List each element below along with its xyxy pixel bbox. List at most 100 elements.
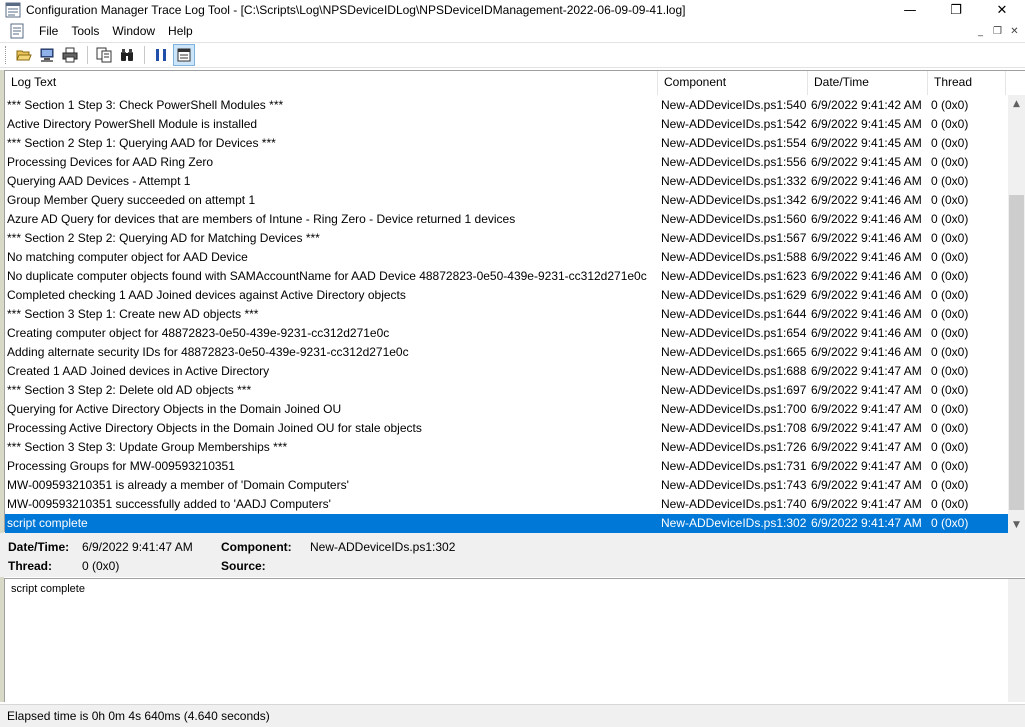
grid-header: Log Text Component Date/Time Thread — [5, 71, 1025, 95]
log-text-cell: MW-009593210351 successfully added to 'A… — [7, 497, 331, 511]
thread-cell: 0 (0x0) — [931, 478, 969, 492]
table-row[interactable]: *** Section 2 Step 1: Querying AAD for D… — [5, 134, 1009, 153]
menu-tools[interactable]: Tools — [65, 24, 106, 38]
thread-cell: 0 (0x0) — [931, 231, 969, 245]
table-row[interactable]: No duplicate computer objects found with… — [5, 267, 1009, 286]
log-text-cell: No duplicate computer objects found with… — [7, 269, 647, 283]
log-text-cell: *** Section 3 Step 2: Delete old AD obje… — [7, 383, 252, 397]
datetime-cell: 6/9/2022 9:41:47 AM — [811, 459, 922, 473]
datetime-cell: 6/9/2022 9:41:47 AM — [811, 402, 922, 416]
table-row[interactable]: *** Section 3 Step 1: Create new AD obje… — [5, 305, 1009, 324]
table-row[interactable]: *** Section 1 Step 3: Check PowerShell M… — [5, 96, 1009, 115]
source-label: Source: — [221, 559, 266, 573]
column-header-datetime[interactable]: Date/Time — [808, 71, 928, 95]
log-text-cell: Group Member Query succeeded on attempt … — [7, 193, 256, 207]
table-row[interactable]: Active Directory PowerShell Module is in… — [5, 115, 1009, 134]
thread-cell: 0 (0x0) — [931, 307, 969, 321]
copy-icon[interactable] — [93, 44, 115, 66]
table-row[interactable]: Azure AD Query for devices that are memb… — [5, 210, 1009, 229]
table-row[interactable]: MW-009593210351 is already a member of '… — [5, 476, 1009, 495]
table-row[interactable]: *** Section 2 Step 2: Querying AD for Ma… — [5, 229, 1009, 248]
component-cell: New-ADDeviceIDs.ps1:697 — [661, 383, 807, 397]
table-row[interactable]: Completed checking 1 AAD Joined devices … — [5, 286, 1009, 305]
minimize-button[interactable]: — — [887, 0, 933, 20]
component-cell: New-ADDeviceIDs.ps1:644 — [661, 307, 807, 321]
component-cell: New-ADDeviceIDs.ps1:554 — [661, 136, 807, 150]
thread-cell: 0 (0x0) — [931, 459, 969, 473]
mdi-restore-button[interactable]: ❐ — [989, 24, 1006, 39]
open-remote-icon[interactable] — [36, 44, 58, 66]
log-text-cell: Querying AAD Devices - Attempt 1 — [7, 174, 191, 188]
thread-cell: 0 (0x0) — [931, 421, 969, 435]
table-row[interactable]: Creating computer object for 48872823-0e… — [5, 324, 1009, 343]
message-textbox[interactable]: script complete — [4, 578, 1025, 702]
table-row[interactable]: *** Section 3 Step 3: Update Group Membe… — [5, 438, 1009, 457]
table-row[interactable]: Processing Groups for MW-009593210351 New… — [5, 457, 1009, 476]
toolbar-grip[interactable] — [5, 46, 9, 64]
find-icon[interactable] — [116, 44, 138, 66]
component-cell: New-ADDeviceIDs.ps1:708 — [661, 421, 807, 435]
column-header-component[interactable]: Component — [658, 71, 808, 95]
print-icon[interactable] — [59, 44, 81, 66]
table-row[interactable]: script complete New-ADDeviceIDs.ps1:302 6/… — [5, 514, 1009, 533]
table-row[interactable]: MW-009593210351 successfully added to 'A… — [5, 495, 1009, 514]
component-cell: New-ADDeviceIDs.ps1:302 — [661, 516, 807, 530]
table-row[interactable]: Created 1 AAD Joined devices in Active D… — [5, 362, 1009, 381]
thread-cell: 0 (0x0) — [931, 497, 969, 511]
menu-file[interactable]: File — [33, 24, 65, 38]
log-grid[interactable]: Log Text Component Date/Time Thread *** … — [4, 70, 1025, 533]
log-text-cell: Processing Devices for AAD Ring Zero — [7, 155, 214, 169]
table-row[interactable]: Processing Devices for AAD Ring Zero New-… — [5, 153, 1009, 172]
scroll-down-icon[interactable]: ▼ — [1008, 516, 1025, 533]
table-row[interactable]: Adding alternate security IDs for 488728… — [5, 343, 1009, 362]
component-cell: New-ADDeviceIDs.ps1:654 — [661, 326, 807, 340]
mdi-minimize-button[interactable]: _ — [972, 24, 989, 39]
log-text-cell: Active Directory PowerShell Module is in… — [7, 117, 258, 131]
toolbar — [0, 42, 1025, 68]
log-text-cell: *** Section 1 Step 3: Check PowerShell M… — [7, 98, 284, 112]
table-row[interactable]: No matching computer object for AAD Devi… — [5, 248, 1009, 267]
toolbar-separator — [144, 46, 145, 64]
component-cell: New-ADDeviceIDs.ps1:588 — [661, 250, 807, 264]
component-label: Component: — [221, 540, 292, 554]
table-row[interactable]: Processing Active Directory Objects in t… — [5, 419, 1009, 438]
thread-cell: 0 (0x0) — [931, 250, 969, 264]
table-row[interactable]: Querying AAD Devices - Attempt 1 New-ADDe… — [5, 172, 1009, 191]
scroll-thumb[interactable] — [1009, 195, 1024, 510]
log-text-cell: *** Section 2 Step 2: Querying AD for Ma… — [7, 231, 320, 245]
log-text-cell: Azure AD Query for devices that are memb… — [7, 212, 516, 226]
component-cell: New-ADDeviceIDs.ps1:560 — [661, 212, 807, 226]
thread-value: 0 (0x0) — [82, 559, 120, 573]
table-row[interactable]: *** Section 3 Step 2: Delete old AD obje… — [5, 381, 1009, 400]
mdi-close-button[interactable]: ✕ — [1006, 24, 1023, 39]
menu-window[interactable]: Window — [106, 24, 162, 38]
table-row[interactable]: Querying for Active Directory Objects in… — [5, 400, 1009, 419]
log-text-cell: Completed checking 1 AAD Joined devices … — [7, 288, 406, 302]
column-header-log-text[interactable]: Log Text — [5, 71, 658, 95]
column-header-thread[interactable]: Thread — [928, 71, 1006, 95]
thread-cell: 0 (0x0) — [931, 402, 969, 416]
datetime-cell: 6/9/2022 9:41:45 AM — [811, 117, 922, 131]
open-folder-icon[interactable] — [13, 44, 35, 66]
datetime-cell: 6/9/2022 9:41:42 AM — [811, 98, 922, 112]
table-row[interactable]: Group Member Query succeeded on attempt … — [5, 191, 1009, 210]
close-button[interactable]: ✕ — [979, 0, 1025, 20]
menu-bar: File Tools Window Help _ ❐ ✕ — [0, 21, 1025, 41]
thread-cell: 0 (0x0) — [931, 383, 969, 397]
pause-icon[interactable] — [150, 44, 172, 66]
log-vertical-scrollbar[interactable]: ▲ ▼ — [1008, 95, 1025, 533]
datetime-cell: 6/9/2022 9:41:46 AM — [811, 231, 922, 245]
message-vertical-scrollbar[interactable] — [1008, 579, 1025, 702]
thread-cell: 0 (0x0) — [931, 174, 969, 188]
window-title: Configuration Manager Trace Log Tool - [… — [26, 3, 686, 17]
datetime-cell: 6/9/2022 9:41:46 AM — [811, 345, 922, 359]
maximize-button[interactable]: ❐ — [933, 0, 979, 20]
thread-cell: 0 (0x0) — [931, 440, 969, 454]
thread-cell: 0 (0x0) — [931, 288, 969, 302]
document-icon[interactable] — [9, 23, 25, 39]
highlight-icon[interactable] — [173, 44, 195, 66]
menu-help[interactable]: Help — [162, 24, 200, 38]
scroll-up-icon[interactable]: ▲ — [1008, 95, 1025, 112]
title-bar[interactable]: Configuration Manager Trace Log Tool - [… — [0, 0, 1025, 20]
thread-cell: 0 (0x0) — [931, 136, 969, 150]
